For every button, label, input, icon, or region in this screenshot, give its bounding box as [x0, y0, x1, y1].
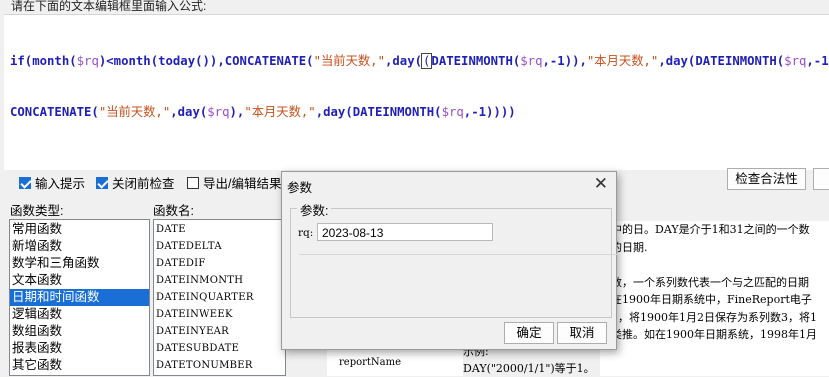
formula-token: month(: [32, 54, 77, 68]
formula-token: $rq: [441, 105, 464, 119]
category-item[interactable]: 逻辑函数: [10, 306, 149, 323]
formula-token: $rq: [520, 54, 543, 68]
function-name-label: 函数名:: [153, 204, 194, 218]
description-line: 年的日期.: [600, 240, 648, 254]
function-item[interactable]: DATEINWEEK: [154, 306, 285, 323]
ok-button[interactable]: 确定: [504, 322, 554, 344]
param-name-label: rq:: [298, 227, 314, 239]
check-on-close-label: 关闭前检查: [112, 177, 175, 191]
function-item[interactable]: DATEDELTA: [154, 238, 285, 255]
category-item[interactable]: 常用函数: [10, 221, 149, 238]
formula-token: "当前天数,": [98, 105, 171, 119]
formula-token: $rq: [76, 54, 99, 68]
param-value-input[interactable]: 2023-08-13: [317, 223, 493, 241]
checkbox-checked-icon: [96, 176, 108, 189]
category-item[interactable]: 日期和时间函数: [10, 289, 149, 306]
function-item[interactable]: DATE: [154, 221, 285, 238]
formula-token: ,-1))),: [806, 54, 829, 68]
parameter-dialog: 参数 ✕ 参数: rq: 2023-08-13 确定 取消: [281, 171, 619, 350]
category-item[interactable]: 报表函数: [10, 340, 149, 357]
formula-token: )<: [98, 54, 114, 68]
formula-token: "本月天数,": [244, 105, 316, 119]
formula-code[interactable]: if(month($rq)<month(today()),CONCATENATE…: [10, 19, 829, 155]
export-edit-result-checkbox[interactable]: 导出/编辑结果: [187, 173, 281, 192]
category-item[interactable]: 数学和三角函数: [10, 255, 149, 272]
formula-token: month(today()),: [113, 54, 225, 68]
formula-line-2: CONCATENATE("当前天数,",day($rq),"本月天数,",day…: [10, 104, 829, 121]
formula-token: ,-1)),: [542, 54, 587, 68]
close-icon[interactable]: ✕: [594, 174, 608, 194]
description-line: 列数，一个系列数代表一个与之匹配的日期: [600, 275, 809, 289]
formula-token: DATEINMONTH(: [431, 54, 521, 68]
input-hint-label: 输入提示: [35, 177, 86, 191]
formula-token: if(: [10, 54, 33, 68]
formula-token: ,-1)))): [463, 105, 516, 119]
checkbox-unchecked-icon: [187, 176, 199, 189]
editor-hint: 请在下面的文本编辑框里面输入公式:: [11, 0, 207, 13]
dialog-title: 参数: [287, 181, 313, 195]
category-label: 函数类型:: [10, 204, 64, 218]
description-line: 数2，将1900年1月2日保存为系列数3，将1: [600, 310, 817, 324]
formula-token: CONCATENATE(: [224, 54, 314, 68]
formula-token: CONCATENATE(: [10, 105, 99, 119]
example-line: DAY("2000/1/1")等于1。: [463, 362, 595, 375]
formula-token: "本月天数,": [586, 54, 659, 68]
formula-token: ),: [229, 105, 245, 119]
function-item[interactable]: DATESUBDATE: [154, 340, 285, 357]
function-item[interactable]: DATETONUMBER: [154, 357, 285, 374]
description-line: 。在1900年日期系统中，FineReport电子: [600, 293, 812, 306]
category-item[interactable]: 文本函数: [10, 272, 149, 289]
formula-editor[interactable]: if(month($rq)<month(today()),CONCATENATE…: [4, 14, 829, 170]
formula-token: $rq: [784, 54, 807, 68]
parameter-group: 参数: rq: 2023-08-13: [290, 200, 619, 318]
more-button[interactable]: [813, 168, 829, 190]
function-list[interactable]: DATE DATEDELTA DATEDIF DATEINMONTH DATEINQUA…: [153, 219, 286, 376]
formula-token: ,day(: [170, 105, 208, 119]
cancel-button[interactable]: 取消: [557, 322, 607, 344]
function-item[interactable]: DATEINMONTH: [154, 272, 285, 289]
formula-token: ,day(DATEINMONTH(: [315, 105, 442, 119]
category-item[interactable]: 其它函数: [10, 357, 149, 374]
function-item[interactable]: DATEINYEAR: [154, 323, 285, 340]
formula-line-1: if(month($rq)<month(today()),CONCATENATE…: [10, 53, 829, 70]
description-line: [600, 256, 829, 274]
check-validity-button[interactable]: 检查合法性: [727, 168, 806, 190]
formula-token: ,day(: [384, 54, 423, 68]
description-line: 比类推。如在1900年日期系统，1998年1月: [600, 328, 817, 341]
checkbox-checked-icon: [19, 176, 31, 189]
category-list[interactable]: 常用函数 新增函数 数学和三角函数 文本函数 日期和时间函数 逻辑函数 数组函数 报表函数 其它…: [9, 219, 150, 376]
category-item[interactable]: 数组函数: [10, 323, 149, 340]
group-divider: [299, 254, 619, 255]
function-description: 期中的日。DAY是介于1和31之间的一个数 年的日期. 列数，一个系列数代表一个与之…: [600, 221, 829, 376]
export-edit-result-label: 导出/编辑结果: [203, 177, 282, 191]
formula-token: "当前天数,": [313, 54, 385, 68]
list-item[interactable]: reportName: [327, 354, 463, 371]
parameter-group-title: 参数:: [297, 200, 332, 219]
function-item[interactable]: DATEDIF: [154, 255, 285, 272]
input-hint-checkbox[interactable]: 输入提示: [19, 173, 85, 192]
description-line: 期中的日。DAY是介于1和31之间的一个数: [600, 223, 810, 236]
function-item[interactable]: DATEINQUARTER: [154, 289, 285, 306]
category-item[interactable]: 新增函数: [10, 238, 149, 255]
formula-token: ,day(DATEINMONTH(: [658, 54, 785, 68]
check-on-close-checkbox[interactable]: 关闭前检查: [96, 173, 175, 192]
formula-token: $rq: [207, 105, 230, 119]
